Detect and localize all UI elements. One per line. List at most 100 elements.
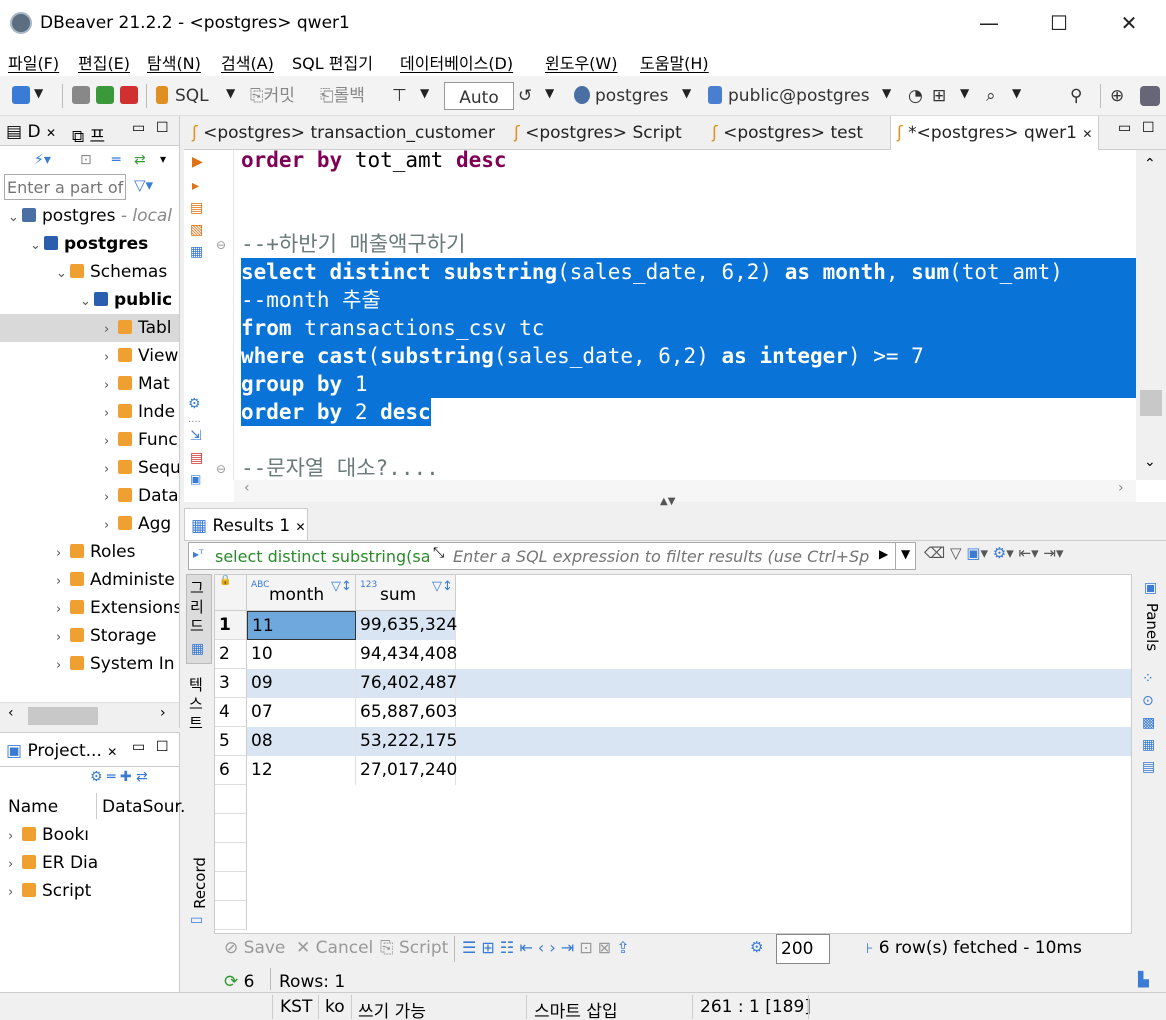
chevron-right-icon[interactable]: › — [104, 344, 118, 370]
filter-history-dropdown[interactable]: ▼ — [901, 547, 910, 561]
tab-transaction-customer[interactable]: ʃ <postgres> transaction_customer — [192, 123, 495, 143]
row-edit-toolbar[interactable]: ☰ ⊞ ☷ ⇤ ‹ › ⇥ ⊡ ⊠ ⇪ — [462, 938, 630, 957]
horizontal-scrollbar[interactable]: ‹ › — [234, 480, 1136, 502]
chevron-right-icon[interactable]: › — [104, 400, 118, 426]
tab-script[interactable]: ʃ <postgres> Script — [514, 123, 682, 143]
reconnect-icon[interactable] — [96, 86, 114, 104]
cell-sum[interactable]: 65,887,603 — [356, 698, 457, 727]
scrollbar-thumb[interactable] — [1140, 390, 1162, 416]
tree-item[interactable]: › Tabl — [0, 314, 179, 342]
disconnect-icon[interactable] — [120, 86, 138, 104]
code-line[interactable]: --+하반기 매출액구하기 — [241, 230, 465, 258]
menu-window[interactable]: 윈도우(W) — [545, 50, 617, 74]
chevron-right-icon[interactable]: › — [104, 372, 118, 398]
horizontal-scrollbar[interactable]: ‹ › — [0, 702, 179, 728]
chevron-down-icon[interactable]: ▼ — [882, 86, 891, 100]
minimize-view-icon[interactable]: ▭ — [132, 120, 145, 136]
tree-item[interactable]: › Inde — [104, 398, 179, 426]
table-row[interactable]: 08 53,222,175 — [247, 727, 1131, 756]
chevron-down-icon[interactable]: ▼ — [960, 86, 969, 100]
chevron-right-icon[interactable]: › — [104, 456, 118, 482]
results-filter-input[interactable] — [453, 544, 881, 568]
tree-item[interactable]: › Administe — [56, 566, 179, 594]
code-line[interactable]: --month 추출 — [241, 286, 1136, 314]
row-number[interactable] — [215, 843, 247, 872]
tab-results-1[interactable]: ▦ Results 1 ✕ — [184, 508, 308, 540]
script-button[interactable]: ⎘ Script — [380, 938, 448, 958]
filter-icon[interactable]: ▽▾ — [134, 176, 153, 194]
sql-editor[interactable]: ▶ ▸ ▤ ▧ ▦ ⊖ ⚙ .... ⇲ ▤ ▣ ⊖ order by tot_… — [184, 150, 1166, 502]
chevron-left-icon[interactable]: ‹ — [8, 705, 14, 721]
table-row[interactable]: 10 94,434,408 — [247, 640, 1131, 669]
column-name-header[interactable]: Name — [8, 797, 58, 817]
chevron-right-icon[interactable]: › — [160, 705, 166, 721]
menu-sql-editor[interactable]: SQL 편집기 — [292, 50, 373, 74]
sql-editor-icon[interactable] — [156, 86, 168, 104]
results-toolbar[interactable]: ⌫ ▽ ▣▾ ⚙▾ ⇤▾ ⇥▾ — [924, 544, 1064, 562]
tree-item[interactable]: ⌄ postgres - local — [8, 202, 179, 230]
table-row[interactable]: 12 27,017,240 — [247, 756, 1131, 785]
column-header-sum[interactable]: 123 sum ▽↕ — [356, 575, 456, 611]
new-connection-icon[interactable] — [12, 86, 30, 104]
chevron-down-icon[interactable]: ⌄ — [8, 204, 22, 230]
panel-icons[interactable]: ⁘ ⊙ ▩ ▦ ▤ — [1142, 668, 1155, 778]
chevron-down-icon[interactable]: ⌄ — [1144, 454, 1156, 470]
connect-icon[interactable] — [72, 86, 90, 104]
cell-sum[interactable]: 53,222,175 — [356, 727, 457, 756]
row-number[interactable] — [215, 901, 247, 930]
results-grid[interactable]: 🔒 ABC month ▽↕ 123 sum ▽↕ 1 2 3 4 5 6 11 99,635… — [214, 574, 1132, 934]
tab-grid-view[interactable]: 그리드 ▦ — [186, 574, 212, 664]
transaction-mode-icon[interactable]: ⊤ — [392, 84, 407, 108]
tab-projects-short[interactable]: ⧉ 프 — [72, 122, 105, 147]
sql-button[interactable]: SQL — [175, 84, 209, 108]
panels-sidebar[interactable]: ▣ Panels ⁘ ⊙ ▩ ▦ ▤ — [1136, 580, 1164, 780]
chevron-down-icon[interactable]: ⌄ — [30, 232, 44, 258]
chevron-up-icon[interactable]: ⌃ — [1144, 156, 1156, 172]
maximize-view-icon[interactable]: ☐ — [156, 120, 169, 136]
menu-database[interactable]: 데이터베이스(D) — [400, 50, 513, 74]
cell-month[interactable]: 08 — [247, 727, 356, 756]
search-icon[interactable]: ⚲ — [1070, 84, 1082, 108]
dbeaver-perspective-icon[interactable] — [1140, 86, 1160, 106]
close-button[interactable]: ✕ — [1106, 8, 1152, 38]
chevron-down-icon[interactable]: ▼ — [1012, 86, 1021, 100]
tree-item[interactable]: › Agg — [104, 510, 179, 538]
layout-icon[interactable]: ▙ — [1138, 972, 1149, 988]
chevron-down-icon[interactable]: ▼ — [682, 86, 691, 100]
cell-sum[interactable]: 27,017,240 — [356, 756, 457, 785]
minimize-editor-icon[interactable]: ▭ — [1118, 120, 1131, 136]
row-number[interactable] — [215, 785, 247, 814]
schema-selector[interactable]: public@postgres — [728, 84, 870, 108]
code-line[interactable]: order by 2 desc — [241, 398, 431, 426]
row-number[interactable]: 5 — [215, 727, 247, 756]
maximize-button[interactable]: ☐ — [1036, 8, 1082, 38]
table-row[interactable]: 07 65,887,603 — [247, 698, 1131, 727]
project-item-scripts[interactable]: › Script — [8, 877, 91, 905]
row-number[interactable]: 1 — [215, 611, 247, 640]
vertical-scrollbar[interactable]: ⌃ ⌄ — [1136, 150, 1166, 480]
navigator-filter-input[interactable] — [4, 174, 126, 200]
chevron-down-icon[interactable]: ⌄ — [80, 288, 94, 314]
tab-projects[interactable]: ▣ Project... ✕ — [6, 741, 117, 761]
commit-button[interactable]: ⎘커밋 — [250, 84, 295, 108]
cell-sum[interactable]: 94,434,408 — [356, 640, 457, 669]
tree-item[interactable]: › View — [104, 342, 179, 370]
code-line[interactable]: group by 1 — [241, 370, 1136, 398]
tree-item[interactable]: › Mat — [104, 370, 179, 398]
chevron-right-icon[interactable]: › — [104, 428, 118, 454]
cell-sum[interactable]: 76,402,487 — [356, 669, 457, 698]
menu-file[interactable]: 파일(F) — [8, 50, 59, 74]
code-line[interactable]: from transactions_csv tc — [241, 314, 1136, 342]
menu-help[interactable]: 도움말(H) — [640, 50, 709, 74]
auto-commit-toggle[interactable]: Auto — [444, 82, 514, 110]
menu-edit[interactable]: 편집(E) — [78, 50, 130, 74]
tree-item[interactable]: ⌄ Schemas — [56, 258, 179, 286]
chevron-down-icon[interactable]: ▼ — [545, 86, 554, 100]
column-datasource-header[interactable]: DataSour. — [102, 797, 185, 817]
row-number[interactable]: 2 — [215, 640, 247, 669]
menu-navigate[interactable]: 탐색(N) — [147, 50, 201, 74]
code-area[interactable]: order by tot_amt desc --+하반기 매출액구하기 select… — [184, 150, 1136, 480]
chevron-right-icon[interactable]: › — [104, 512, 118, 538]
save-button[interactable]: ⊘ Save — [224, 938, 285, 958]
code-line[interactable]: --문자열 대소?.... — [241, 454, 439, 480]
